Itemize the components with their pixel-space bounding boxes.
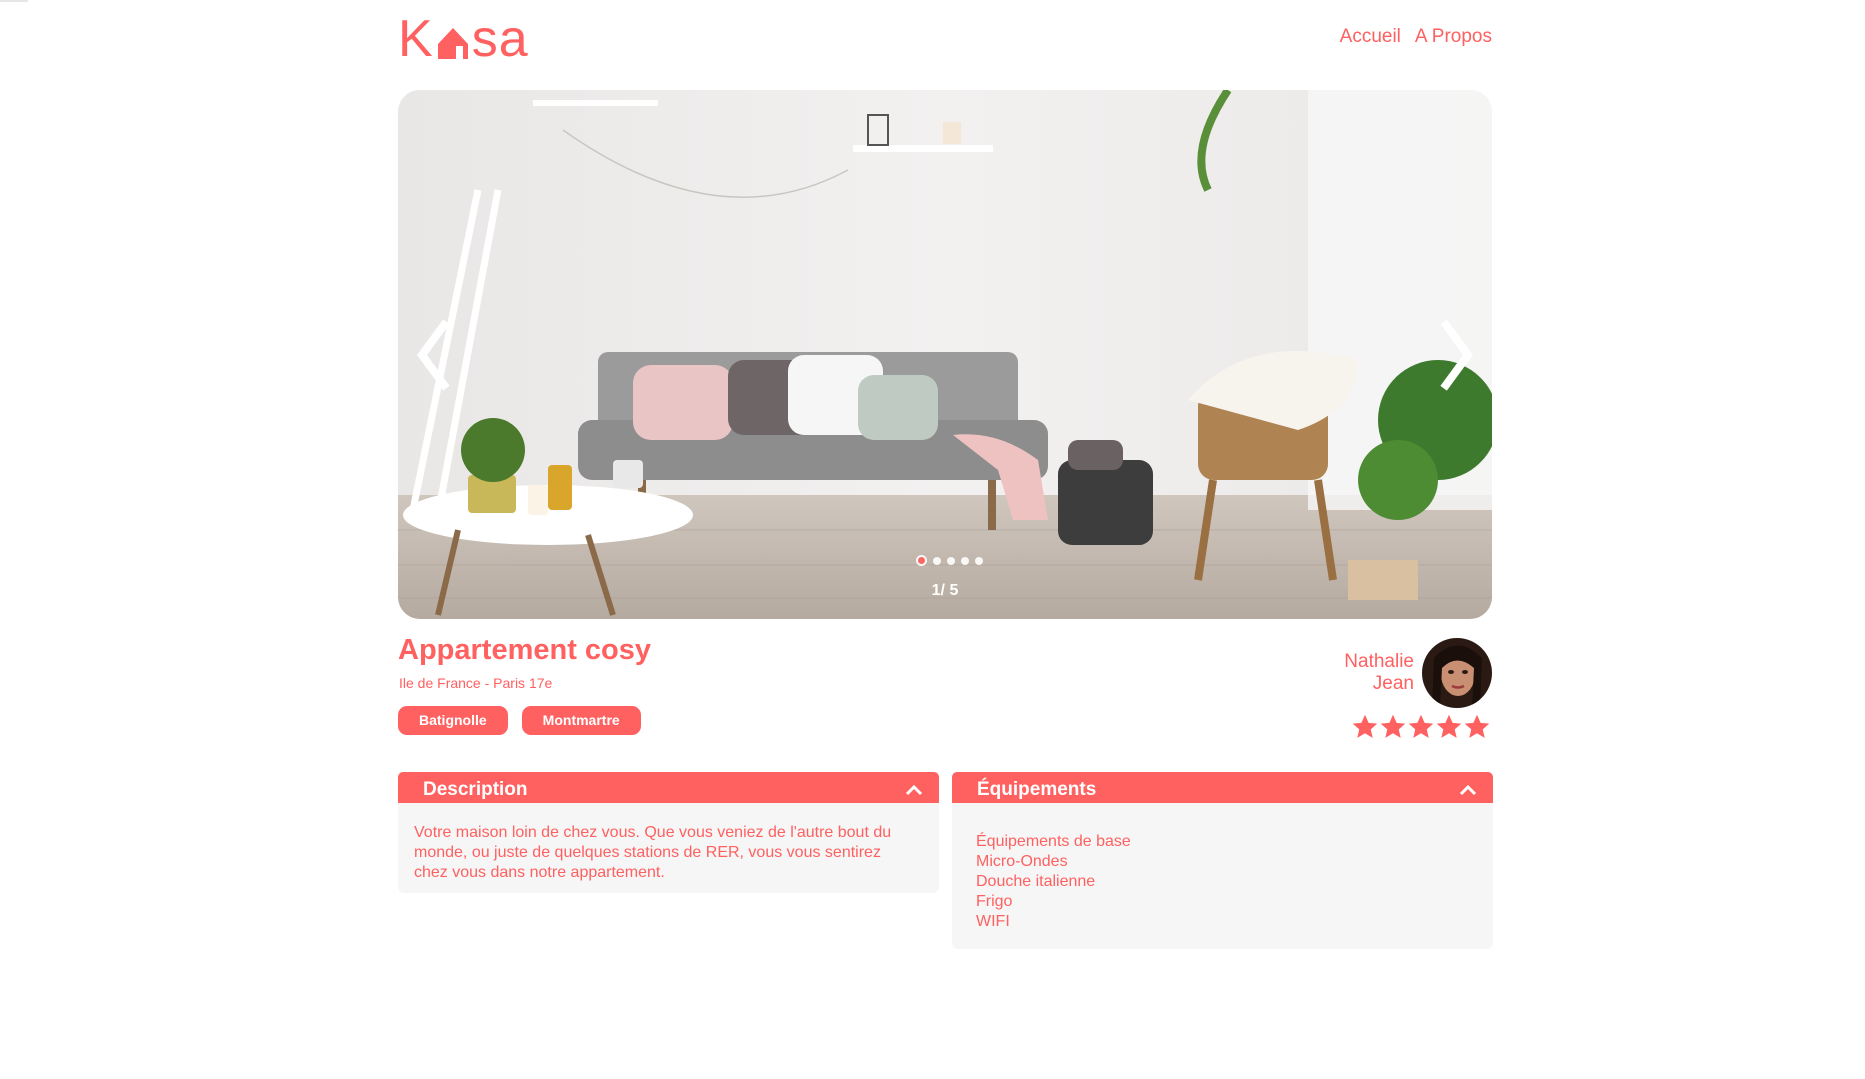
listing-location: Ile de France - Paris 17e bbox=[399, 675, 553, 691]
host-avatar bbox=[1422, 638, 1492, 708]
host-last-name: Jean bbox=[1372, 673, 1414, 694]
equipment-item: Micro-Ondes bbox=[976, 853, 1068, 870]
kasa-logo[interactable]: K sa bbox=[398, 10, 529, 68]
house-icon bbox=[436, 24, 470, 60]
main-nav: Accueil A Propos bbox=[1340, 26, 1492, 48]
star-icon bbox=[1352, 714, 1378, 738]
site-header: K sa Accueil A Propos bbox=[398, 10, 1492, 68]
equipment-item: WIFI bbox=[976, 913, 1010, 930]
description-title: Description bbox=[423, 778, 528, 800]
equipments-collapse-header[interactable]: Équipements bbox=[952, 772, 1493, 807]
carousel-dot-3[interactable] bbox=[947, 556, 955, 565]
carousel-dot-4[interactable] bbox=[961, 556, 969, 565]
equipments-body: Équipements de base Micro-Ondes Douche i… bbox=[952, 803, 1493, 949]
chevron-up-icon[interactable] bbox=[905, 784, 923, 796]
equipments-title: Équipements bbox=[977, 778, 1097, 800]
equipment-item: Douche italienne bbox=[976, 873, 1096, 890]
host-card: Nathalie Jean bbox=[1344, 638, 1492, 708]
host-name: Nathalie Jean bbox=[1344, 651, 1414, 695]
corner-mark bbox=[0, 0, 28, 2]
chevron-left-icon bbox=[417, 319, 450, 391]
equipment-item: Équipements de base bbox=[976, 833, 1131, 850]
nav-link-about[interactable]: A Propos bbox=[1415, 26, 1492, 48]
tag-montmartre: Montmartre bbox=[521, 706, 641, 735]
logo-letter-k: K bbox=[398, 10, 434, 68]
logo-letters-sa: sa bbox=[471, 10, 529, 68]
listing-title: Appartement cosy bbox=[398, 634, 652, 666]
listing-tags: Batignolle Montmartre bbox=[398, 706, 641, 735]
carousel-prev-button[interactable] bbox=[410, 315, 456, 395]
equipments-collapse: Équipements Équipements de base Micro-On… bbox=[952, 772, 1493, 949]
carousel-counter: 1/ 5 bbox=[931, 582, 959, 599]
star-icon bbox=[1380, 714, 1406, 738]
equipments-list: Équipements de base Micro-Ondes Douche i… bbox=[976, 832, 1473, 932]
description-collapse: Description Votre maison loin de chez vo… bbox=[398, 772, 939, 893]
carousel-dot-5[interactable] bbox=[975, 556, 983, 565]
description-text: Votre maison loin de chez vous. Que vous… bbox=[414, 824, 892, 881]
carousel-dots bbox=[916, 555, 983, 566]
carousel-next-button[interactable] bbox=[1434, 315, 1480, 395]
equipment-item: Frigo bbox=[976, 893, 1013, 910]
chevron-up-icon[interactable] bbox=[1459, 784, 1477, 796]
host-first-name: Nathalie bbox=[1344, 651, 1414, 672]
host-rating bbox=[1351, 713, 1491, 741]
nav-link-home[interactable]: Accueil bbox=[1340, 26, 1401, 48]
carousel-dot-1[interactable] bbox=[916, 555, 927, 566]
tag-batignolle: Batignolle bbox=[398, 706, 508, 735]
star-icon bbox=[1408, 714, 1434, 738]
description-body: Votre maison loin de chez vous. Que vous… bbox=[398, 803, 939, 893]
chevron-right-icon bbox=[1440, 319, 1473, 391]
star-icon bbox=[1436, 714, 1462, 738]
apartment-photo bbox=[398, 90, 1492, 619]
photo-carousel: 1/ 5 bbox=[398, 90, 1492, 619]
carousel-dot-2[interactable] bbox=[933, 556, 941, 565]
star-icon bbox=[1464, 714, 1490, 738]
description-collapse-header[interactable]: Description bbox=[398, 772, 939, 807]
